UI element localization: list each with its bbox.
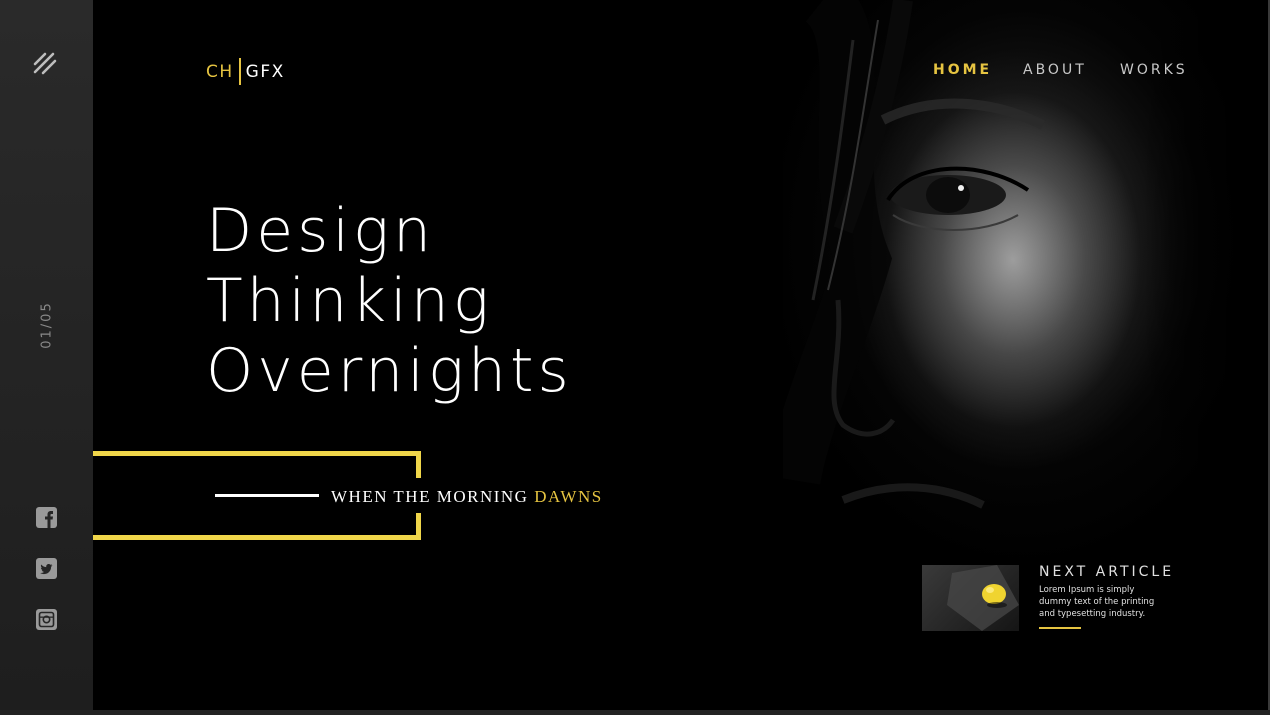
twitter-icon[interactable]: [36, 558, 57, 579]
headline-line-3: Overnights: [206, 336, 573, 406]
next-article-thumbnail[interactable]: [922, 565, 1019, 631]
tagline-accent: DAWNS: [534, 487, 603, 506]
hero-photo-face: [783, 0, 1253, 600]
brand-logo[interactable]: CH GFX: [206, 58, 285, 85]
frame-right-lower: [416, 513, 421, 540]
tagline: WHEN THE MORNING DAWNS: [331, 487, 603, 507]
hero-section: CH GFX HOME ABOUT WORKS Design Thinking …: [93, 0, 1268, 710]
tagline-prefix: WHEN THE MORNING: [331, 487, 535, 506]
brand-left: CH: [206, 61, 234, 82]
nav-home[interactable]: HOME: [933, 62, 992, 78]
frame-bottom: [93, 535, 421, 540]
lemon-image: [947, 565, 1019, 631]
headline-line-1: Design: [206, 196, 436, 266]
hero-headline: Design Thinking Overnights: [206, 196, 573, 406]
nav-works[interactable]: WORKS: [1120, 62, 1188, 78]
next-article-title[interactable]: NEXT ARTICLE: [1039, 564, 1174, 580]
facebook-icon[interactable]: [36, 507, 57, 528]
tagline-rule: [215, 494, 319, 497]
brand-right: GFX: [245, 61, 285, 82]
brand-divider: [238, 58, 241, 85]
next-article-underline: [1039, 627, 1081, 629]
menu-icon[interactable]: [33, 52, 57, 76]
frame-right-upper: [416, 451, 421, 478]
slide-counter: 01/05: [39, 301, 55, 349]
bottom-border: [0, 710, 1270, 715]
sidebar: 01/05: [0, 0, 93, 710]
frame-top: [93, 451, 421, 456]
headline-line-2: Thinking: [206, 266, 493, 336]
next-article-excerpt: Lorem Ipsum is simply dummy text of the …: [1039, 585, 1155, 619]
instagram-icon[interactable]: [36, 609, 57, 630]
nav-about[interactable]: ABOUT: [1023, 62, 1087, 78]
